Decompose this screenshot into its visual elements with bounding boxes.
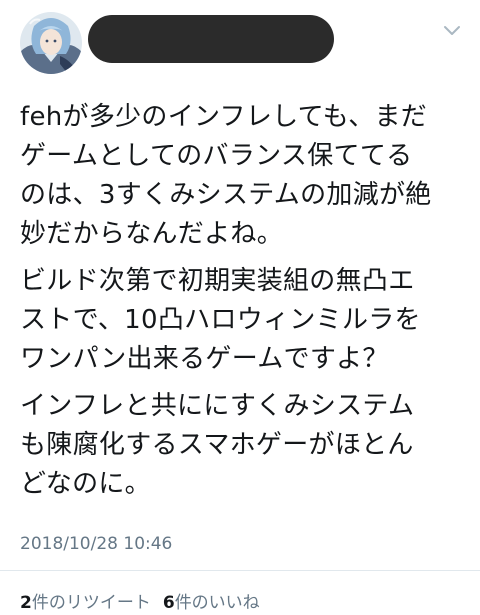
tweet-text: fehが多少のインフレしても、まだ ゲームとしてのバランス保ててる のは、3すく… bbox=[20, 98, 470, 512]
likes-stat[interactable]: 6 件のいいね bbox=[163, 588, 260, 613]
likes-count: 6 bbox=[162, 593, 175, 613]
tweet-card: fehが多少のインフレしても、まだ ゲームとしてのバランス保ててる のは、3すく… bbox=[0, 0, 480, 615]
retweets-label: 件のリツイート bbox=[31, 593, 151, 613]
avatar[interactable] bbox=[20, 12, 82, 74]
retweets-stat[interactable]: 2 件のリツイート bbox=[20, 588, 151, 613]
likes-label: 件のいいね bbox=[174, 593, 260, 613]
redacted-username bbox=[88, 15, 334, 63]
tweet-timestamp[interactable]: 2018/10/28 10:46 bbox=[20, 534, 172, 554]
tweet-paragraph: インフレと共ににすくみシステム も陳腐化するスマホゲーがほとん どなのに。 bbox=[20, 391, 415, 499]
retweets-count: 2 bbox=[20, 593, 32, 613]
chevron-down-icon[interactable] bbox=[442, 22, 462, 36]
divider bbox=[0, 570, 480, 571]
avatar-image bbox=[20, 12, 82, 74]
tweet-stats: 2 件のリツイート 6 件のいいね bbox=[20, 588, 272, 613]
tweet-paragraph: fehが多少のインフレしても、まだ ゲームとしてのバランス保ててる のは、3すく… bbox=[20, 102, 432, 249]
tweet-paragraph: ビルド次第で初期実装組の無凸エ ストで、10凸ハロウィンミルラを ワンパン出来る… bbox=[20, 266, 421, 374]
